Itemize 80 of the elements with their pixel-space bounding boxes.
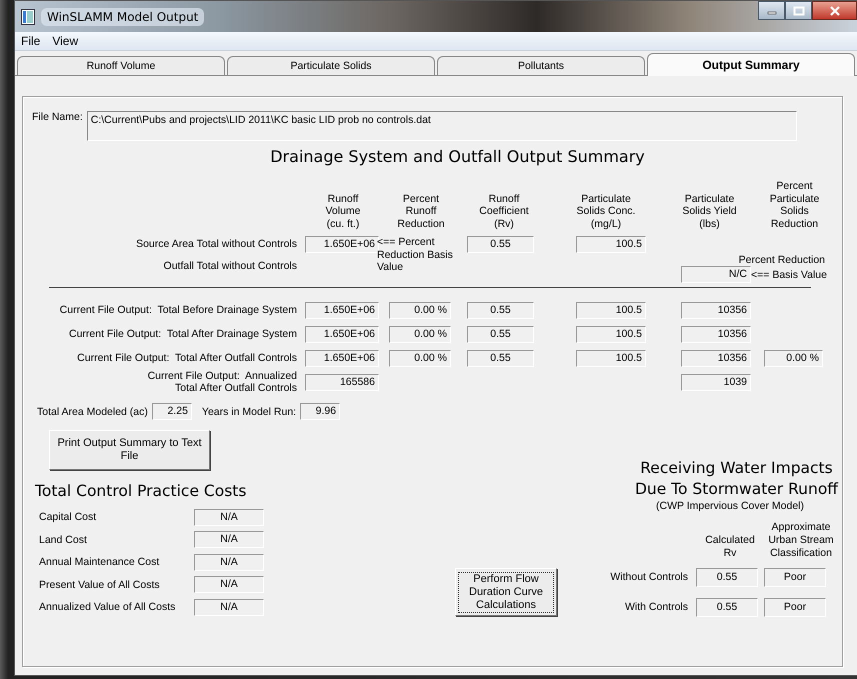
basis-note: <== Basis Value [751, 268, 827, 280]
cost-label: Present Value of All Costs [39, 578, 161, 591]
cost-label: Land Cost [39, 534, 88, 546]
receiving-subtitle: (CWP Impervious Cover Model) [656, 500, 804, 512]
column-header: Particulate Solids Yield (lbs) [682, 192, 737, 230]
column-header: Runoff Volume (cu. ft.) [325, 192, 361, 230]
value-field: 100.5 [576, 236, 646, 252]
cost-field: N/A [194, 598, 264, 616]
flow-duration-button[interactable]: Perform Flow Duration Curve Calculations [455, 568, 557, 616]
tab[interactable]: Pollutants [437, 56, 645, 75]
app-icon [21, 8, 35, 24]
tab[interactable]: Output Summary [647, 53, 855, 76]
area-label: Total Area Modeled (ac) [37, 406, 148, 418]
cost-label: Annual Maintenance Cost [39, 556, 160, 568]
value-field: 100.5 [576, 350, 646, 366]
tab[interactable]: Particulate Solids [227, 56, 435, 75]
value-field: 100.5 [576, 302, 646, 318]
cost-field: N/A [194, 508, 264, 526]
cost-label: Capital Cost [39, 511, 98, 524]
value-field: 10356 [681, 350, 751, 366]
value-field: 1.650E+06 [305, 350, 379, 366]
value-field: 0.55 [696, 568, 758, 586]
value-field: 0.00 % [389, 326, 451, 342]
receiving-heading: Receiving Water Impacts Due To Stormwater Runoff [634, 458, 838, 500]
row-label: Current File Output: Total After Outfall Controls [76, 352, 298, 364]
value-field: 0.55 [467, 236, 534, 252]
file-name-label: File Name: [32, 111, 83, 125]
row-label: Without Controls [609, 571, 689, 583]
maximize-button[interactable] [785, 1, 812, 20]
cost-field: N/A [194, 554, 264, 571]
row-label: Current File Output: Total Before Drainage System [58, 304, 298, 316]
value-field: 0.00 % [389, 302, 451, 318]
print-summary-button[interactable]: Print Output Summary to Text File [49, 430, 210, 470]
column-header: Percent Particulate Solids Reduction [770, 180, 820, 230]
column-header: Particulate Solids Conc. (mg/L) [576, 192, 636, 230]
row-label: With Controls [624, 601, 689, 613]
cost-field: N/A [194, 531, 264, 548]
value-field: 0.55 [467, 326, 534, 342]
close-icon [828, 6, 840, 16]
column-header: Approximate Urban Stream Classification [767, 521, 835, 560]
value-field: 0.00 % [389, 350, 451, 366]
row-label: Source Area Total without Controls [135, 238, 298, 250]
percent-reduction-caption: Percent Reduction [738, 254, 825, 266]
menu-item[interactable]: File [21, 34, 40, 48]
close-button[interactable] [812, 1, 857, 20]
row-label: Current File Output: Total After Drainage System [68, 328, 298, 340]
column-header: Runoff Coefficient (Rv) [479, 192, 529, 230]
column-header: Calculated Rv [704, 534, 756, 560]
value-field: 1.650E+06 [305, 326, 379, 342]
value-field: Poor [764, 568, 826, 586]
value-field: Poor [764, 598, 826, 616]
tab[interactable]: Runoff Volume [17, 56, 225, 75]
value-field: N/C [681, 266, 751, 283]
basis-note: <== Percent Reduction Basis Value [377, 236, 454, 274]
column-header: Percent Runoff Reduction [397, 192, 445, 230]
minimize-button[interactable] [758, 1, 785, 20]
value-field: 0.55 [696, 598, 758, 616]
menu-item[interactable]: View [52, 34, 78, 48]
cost-field: N/A [194, 576, 264, 594]
costs-heading: Total Control Practice Costs [35, 482, 248, 500]
cost-label: Annualized Value of All Costs [39, 601, 176, 614]
area-field: 2.25 [152, 403, 192, 420]
maximize-icon [792, 6, 804, 16]
value-field: 0.55 [467, 302, 534, 318]
value-field: 0.00 % [764, 350, 823, 366]
value-field: 1039 [681, 374, 751, 390]
value-field: 1.650E+06 [305, 236, 379, 252]
years-label: Years in Model Run: [202, 406, 296, 418]
row-label: Outfall Total without Controls [162, 260, 298, 272]
row-label: Current File Output: Annualized Total After Outfall Controls [146, 370, 298, 394]
section-heading: Drainage System and Outfall Output Summary [269, 147, 646, 166]
value-field: 10356 [681, 302, 751, 318]
value-field: 0.55 [467, 350, 534, 366]
value-field: 1.650E+06 [305, 302, 379, 318]
value-field: 165586 [305, 374, 379, 390]
file-name-field: C:\Current\Pubs and projects\LID 2011\KC basic LID prob no controls.dat [86, 111, 797, 141]
window-title: WinSLAMM Model Output [41, 8, 204, 26]
years-field: 9.96 [300, 403, 340, 420]
value-field: 100.5 [576, 326, 646, 342]
value-field: 10356 [681, 326, 751, 342]
